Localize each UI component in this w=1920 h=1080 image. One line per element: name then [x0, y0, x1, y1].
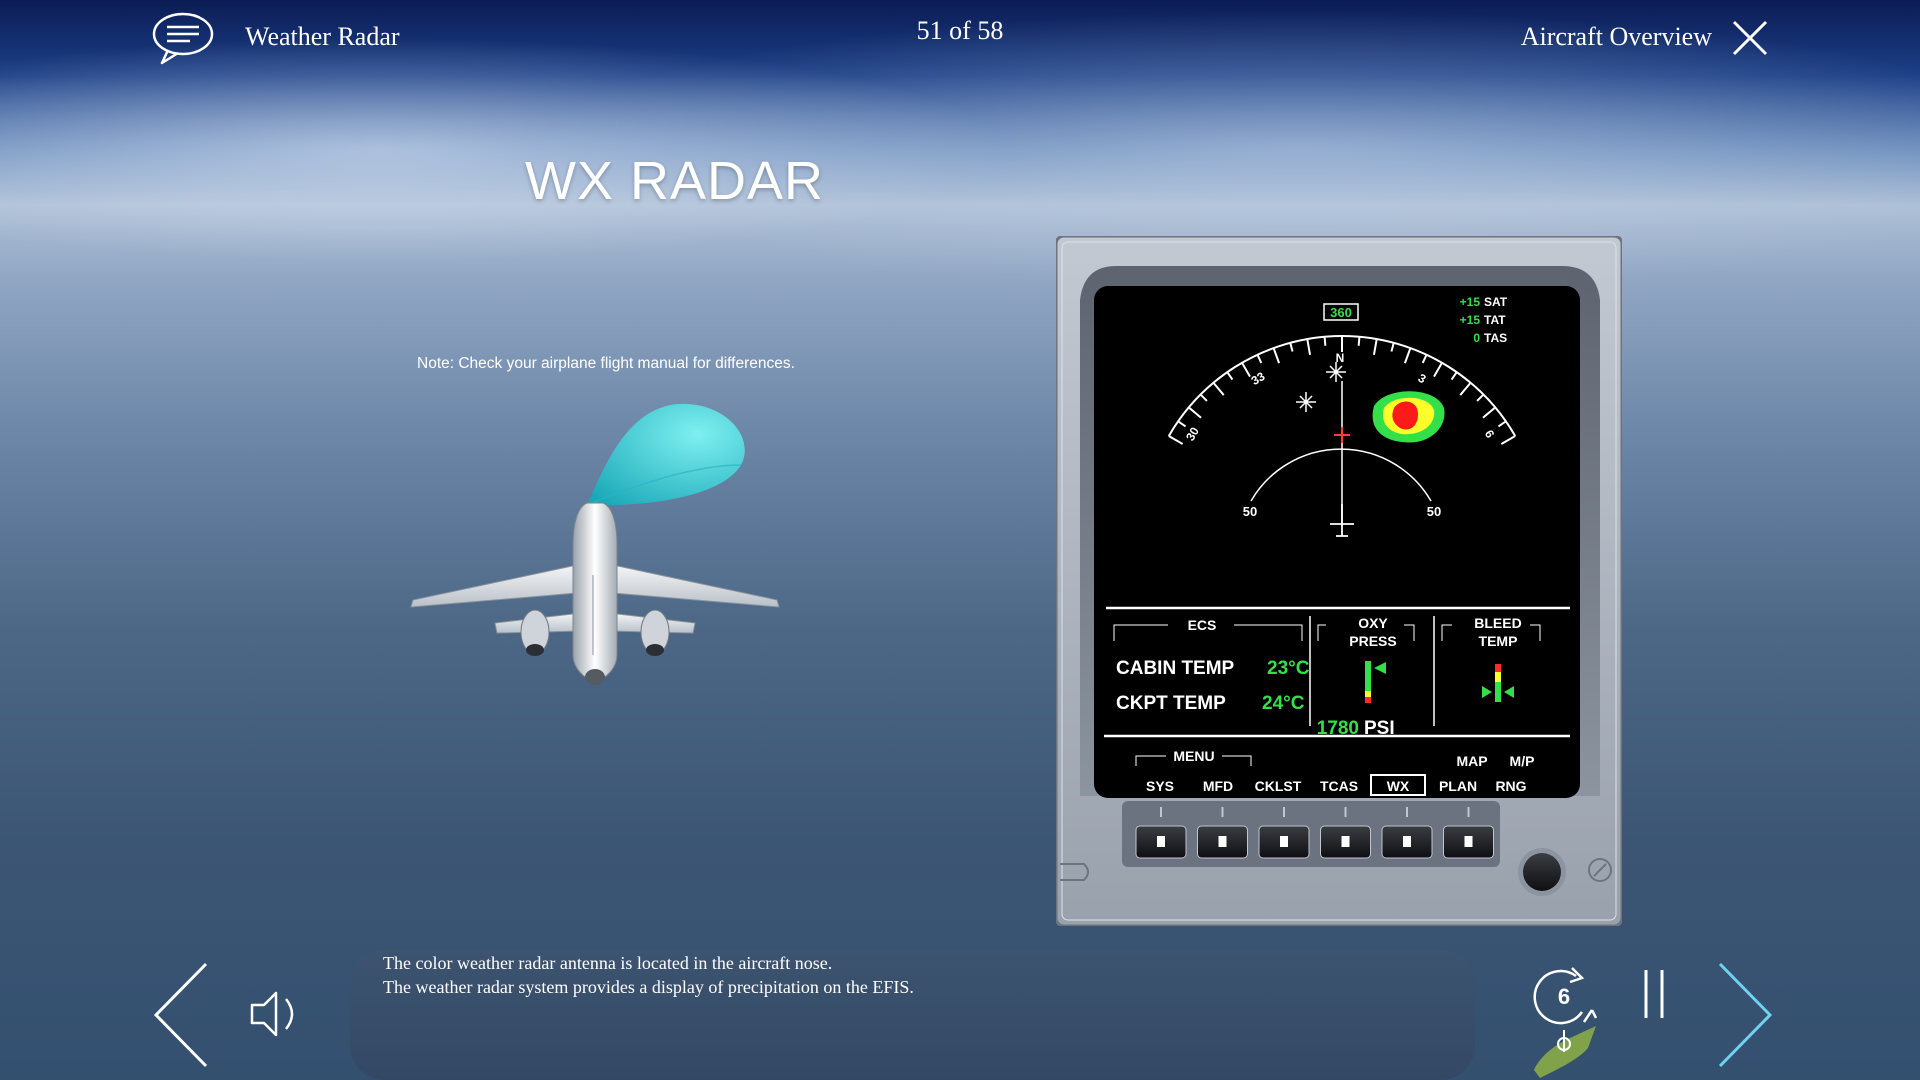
- pause-icon[interactable]: [1642, 968, 1666, 1020]
- oxy-title-line1: OXY: [1358, 615, 1388, 631]
- sat-value: +15: [1460, 295, 1481, 309]
- map-label: MAP: [1456, 753, 1487, 769]
- bleed-title-line1: BLEED: [1474, 615, 1521, 631]
- module-title: Weather Radar: [245, 22, 400, 51]
- softkey-tick: [1283, 807, 1285, 817]
- chat-icon[interactable]: [150, 10, 216, 66]
- narration-line-1: The color weather radar antenna is locat…: [383, 953, 833, 973]
- ecs-title: ECS: [1188, 617, 1217, 633]
- softkey-indicator: [1157, 836, 1165, 847]
- oxy-value: 1780: [1317, 718, 1359, 739]
- range-label-right: 50: [1427, 504, 1441, 519]
- ckpt-temp-value: 24°C: [1262, 693, 1305, 714]
- next-arrow-icon[interactable]: [1712, 960, 1776, 1070]
- bleed-title-line2: TEMP: [1479, 633, 1518, 649]
- softkey-indicator: [1341, 836, 1350, 847]
- softkey-label-sys: SYS: [1146, 778, 1174, 794]
- page-counter: 51 of 58: [916, 16, 1004, 45]
- oxy-unit: PSI: [1364, 718, 1395, 739]
- close-icon[interactable]: [1730, 18, 1770, 58]
- softkey-tick: [1221, 807, 1224, 817]
- compass-tick: [1357, 336, 1361, 346]
- cabin-temp-label: CABIN TEMP: [1116, 658, 1235, 679]
- softkey-tick: [1344, 807, 1347, 817]
- ckpt-temp-label: CKPT TEMP: [1116, 693, 1226, 714]
- compass-tick: [1323, 336, 1327, 346]
- softkey-label-wx: WX: [1387, 778, 1410, 794]
- menu-label: MENU: [1173, 748, 1214, 764]
- softkey-tick: [1160, 807, 1162, 817]
- oxy-title-line2: PRESS: [1349, 633, 1396, 649]
- replay-icon[interactable]: 6: [1530, 960, 1605, 1080]
- softkey-label-tcas: TCAS: [1320, 778, 1358, 794]
- airplane-illustration: [410, 403, 780, 685]
- range-label-left: 50: [1243, 504, 1257, 519]
- softkey-indicator: [1403, 836, 1411, 847]
- brightness-knob[interactable]: [1523, 853, 1561, 891]
- speaker-icon[interactable]: [246, 985, 304, 1043]
- softkey-indicator: [1218, 836, 1227, 847]
- softkey-label-cklst: CKLST: [1255, 778, 1302, 794]
- prev-arrow-icon[interactable]: [150, 960, 214, 1070]
- softkey-label-plan: PLAN: [1439, 778, 1477, 794]
- tas-value: 0: [1473, 331, 1480, 345]
- sat-label: SAT: [1484, 295, 1508, 309]
- tas-label: TAS: [1484, 331, 1507, 345]
- replay-count: 6: [1558, 984, 1570, 1009]
- tat-value: +15: [1460, 313, 1481, 327]
- softkey-label-rng: RNG: [1495, 778, 1526, 794]
- softkey-indicator: [1280, 836, 1288, 847]
- mp-label: M/P: [1510, 753, 1535, 769]
- tat-label: TAT: [1484, 313, 1506, 327]
- note-text: Note: Check your airplane flight manual …: [417, 355, 795, 372]
- narration-line-2: The weather radar system provides a disp…: [383, 977, 914, 997]
- softkey-indicator: [1464, 836, 1473, 847]
- compass-label-n: N: [1336, 351, 1345, 365]
- slide-title: WX RADAR: [525, 151, 825, 211]
- softkey-label-mfd: MFD: [1203, 778, 1233, 794]
- cabin-temp-value: 23°C: [1267, 658, 1310, 679]
- softkey-tick: [1467, 807, 1470, 817]
- heading-value: 360: [1330, 305, 1352, 320]
- softkey-tick: [1406, 807, 1408, 817]
- section-title: Aircraft Overview: [1520, 22, 1712, 51]
- efis-display-unit: 360 N 3 6 33 30 50 50 +15 SAT +15 TAT 0 …: [1056, 236, 1622, 926]
